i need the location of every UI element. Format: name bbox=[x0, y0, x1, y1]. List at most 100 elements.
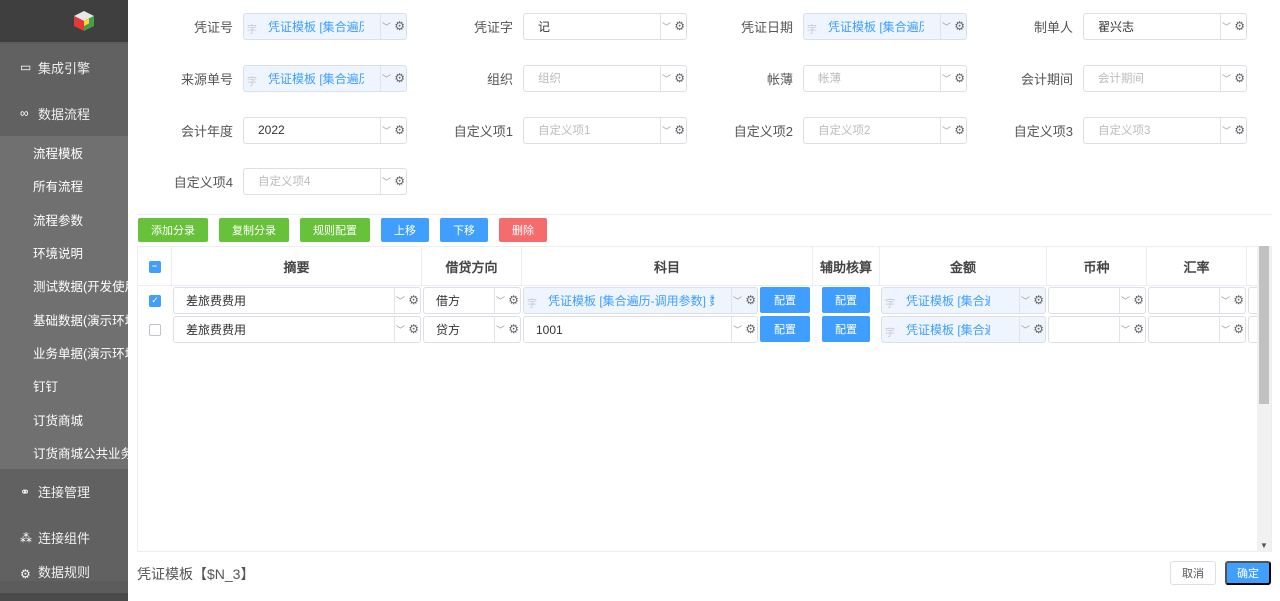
subject-select[interactable]: 1001 ﹀ ⚙ bbox=[523, 316, 758, 343]
chevron-down-icon[interactable]: ﹀ bbox=[940, 13, 952, 39]
currency-select[interactable]: ﹀ ⚙ bbox=[1048, 316, 1146, 343]
gear-icon[interactable]: ⚙ bbox=[1233, 322, 1244, 336]
custom3-select[interactable]: 自定义项3 ﹀ ⚙ bbox=[1083, 116, 1247, 144]
sidebar-item[interactable]: 订货商城公共业务 bbox=[0, 436, 128, 469]
chevron-down-icon[interactable]: ﹀ bbox=[731, 288, 743, 313]
gear-icon[interactable]: ⚙ bbox=[1233, 293, 1244, 307]
chevron-down-icon[interactable]: ﹀ bbox=[380, 13, 392, 39]
gear-icon[interactable]: ⚙ bbox=[1133, 293, 1144, 307]
sidebar-item[interactable]: 所有流程 bbox=[0, 169, 128, 202]
chevron-down-icon[interactable]: ﹀ bbox=[1219, 317, 1231, 342]
source-no-select[interactable]: 字 凭证模板 [集合遍历 ﹀ ⚙ bbox=[243, 64, 407, 92]
chevron-down-icon[interactable]: ﹀ bbox=[731, 317, 743, 342]
gear-icon[interactable]: ⚙ bbox=[394, 19, 405, 33]
gear-icon[interactable]: ⚙ bbox=[1033, 293, 1044, 307]
book-select[interactable]: 帐薄 ﹀ ⚙ bbox=[803, 64, 967, 92]
gear-icon[interactable]: ⚙ bbox=[508, 293, 519, 307]
chevron-down-icon[interactable]: ﹀ bbox=[940, 65, 952, 91]
gear-icon[interactable]: ⚙ bbox=[1234, 19, 1245, 33]
copy-entry-button[interactable]: 复制分录 bbox=[219, 218, 289, 242]
scroll-down-arrow-icon[interactable]: ▼ bbox=[1260, 541, 1268, 550]
cancel-button[interactable]: 取消 bbox=[1170, 561, 1216, 585]
chevron-down-icon[interactable]: ﹀ bbox=[1219, 288, 1231, 313]
aux-config-button[interactable]: 配置 bbox=[822, 287, 870, 313]
sidebar-group-dataflow[interactable]: ∞ 数据流程 bbox=[0, 90, 128, 136]
direction-select[interactable]: 借方 ﹀ ⚙ bbox=[423, 287, 521, 314]
sidebar-scrollbar[interactable] bbox=[0, 593, 128, 601]
gear-icon[interactable]: ⚙ bbox=[394, 71, 405, 85]
move-up-button[interactable]: 上移 bbox=[381, 218, 429, 242]
gear-icon[interactable]: ⚙ bbox=[408, 322, 419, 336]
gear-icon[interactable]: ⚙ bbox=[1234, 123, 1245, 137]
gear-icon[interactable]: ⚙ bbox=[745, 322, 756, 336]
chevron-down-icon[interactable]: ﹀ bbox=[660, 117, 672, 143]
chevron-down-icon[interactable]: ﹀ bbox=[1019, 288, 1031, 313]
chevron-down-icon[interactable]: ﹀ bbox=[1019, 317, 1031, 342]
delete-button[interactable]: 删除 bbox=[499, 218, 547, 242]
chevron-down-icon[interactable]: ﹀ bbox=[494, 288, 506, 313]
period-select[interactable]: 会计期间 ﹀ ⚙ bbox=[1083, 64, 1247, 92]
chevron-down-icon[interactable]: ﹀ bbox=[380, 65, 392, 91]
custom1-select[interactable]: 自定义项1 ﹀ ⚙ bbox=[523, 116, 687, 144]
gear-icon[interactable]: ⚙ bbox=[394, 174, 405, 188]
chevron-down-icon[interactable]: ﹀ bbox=[380, 168, 392, 194]
rate-select[interactable]: ﹀ ⚙ bbox=[1148, 287, 1246, 314]
gear-icon[interactable]: ⚙ bbox=[674, 71, 685, 85]
rate-select[interactable]: ﹀ ⚙ bbox=[1148, 316, 1246, 343]
custom2-select[interactable]: 自定义项2 ﹀ ⚙ bbox=[803, 116, 967, 144]
sidebar-item[interactable]: 基础数据(演示环境 bbox=[0, 302, 128, 335]
gear-icon[interactable]: ⚙ bbox=[674, 123, 685, 137]
gear-icon[interactable]: ⚙ bbox=[1033, 322, 1044, 336]
chevron-down-icon[interactable]: ﹀ bbox=[660, 13, 672, 39]
custom4-select[interactable]: 自定义项4 ﹀ ⚙ bbox=[243, 167, 407, 195]
chevron-down-icon[interactable]: ﹀ bbox=[1119, 317, 1131, 342]
summary-select[interactable]: 差旅费费用 ﹀ ⚙ bbox=[173, 287, 421, 314]
chevron-down-icon[interactable]: ﹀ bbox=[394, 317, 406, 342]
voucher-date-select[interactable]: 字 凭证模板 [集合遍历 ﹀ ⚙ bbox=[803, 12, 967, 40]
chevron-down-icon[interactable]: ﹀ bbox=[494, 317, 506, 342]
chevron-down-icon[interactable]: ﹀ bbox=[1220, 117, 1232, 143]
row-checkbox[interactable]: ✓ bbox=[149, 294, 161, 307]
voucher-word-select[interactable]: 记 ﹀ ⚙ bbox=[523, 12, 687, 40]
row-checkbox[interactable] bbox=[149, 323, 161, 336]
sidebar-item[interactable]: 流程参数 bbox=[0, 203, 128, 236]
subject-config-button[interactable]: 配置 bbox=[760, 287, 810, 313]
subject-config-button[interactable]: 配置 bbox=[760, 316, 810, 342]
summary-select[interactable]: 差旅费费用 ﹀ ⚙ bbox=[173, 316, 421, 343]
confirm-button[interactable]: 确定 bbox=[1225, 561, 1271, 585]
direction-select[interactable]: 贷方 ﹀ ⚙ bbox=[423, 316, 521, 343]
sidebar-item[interactable]: 订货商城 bbox=[0, 402, 128, 435]
gear-icon[interactable]: ⚙ bbox=[745, 293, 756, 307]
select-all-checkbox[interactable]: − bbox=[148, 260, 161, 273]
scrollbar-thumb[interactable] bbox=[1259, 246, 1269, 404]
chevron-down-icon[interactable]: ﹀ bbox=[394, 288, 406, 313]
sidebar-group-engine[interactable]: ▭ 集成引擎 bbox=[0, 44, 128, 90]
sidebar-group-rules[interactable]: ⚙ 数据规则 bbox=[0, 560, 128, 581]
gear-icon[interactable]: ⚙ bbox=[954, 123, 965, 137]
year-select[interactable]: 2022 ﹀ ⚙ bbox=[243, 116, 407, 144]
sidebar-item[interactable]: 测试数据(开发使用 bbox=[0, 269, 128, 302]
sidebar-item[interactable]: 钉钉 bbox=[0, 369, 128, 402]
vertical-scrollbar[interactable]: ▼ bbox=[1257, 246, 1271, 552]
rule-config-button[interactable]: 规则配置 bbox=[300, 218, 370, 242]
sidebar-item[interactable]: 环境说明 bbox=[0, 236, 128, 269]
add-entry-button[interactable]: 添加分录 bbox=[138, 218, 208, 242]
voucher-no-select[interactable]: 字 凭证模板 [集合遍历 ﹀ ⚙ bbox=[243, 12, 407, 40]
gear-icon[interactable]: ⚙ bbox=[408, 293, 419, 307]
org-select[interactable]: 组织 ﹀ ⚙ bbox=[523, 64, 687, 92]
sidebar-item[interactable]: 流程模板 bbox=[0, 136, 128, 169]
maker-select[interactable]: 翟兴志 ﹀ ⚙ bbox=[1083, 12, 1247, 40]
subject-select[interactable]: 字 凭证模板 [集合遍历-调用参数] 数 ﹀ ⚙ bbox=[523, 287, 758, 314]
gear-icon[interactable]: ⚙ bbox=[394, 123, 405, 137]
move-down-button[interactable]: 下移 bbox=[440, 218, 488, 242]
gear-icon[interactable]: ⚙ bbox=[1234, 71, 1245, 85]
gear-icon[interactable]: ⚙ bbox=[1133, 322, 1144, 336]
chevron-down-icon[interactable]: ﹀ bbox=[940, 117, 952, 143]
chevron-down-icon[interactable]: ﹀ bbox=[1220, 65, 1232, 91]
amount-select[interactable]: 字 凭证模板 [集合遍历 ﹀ ⚙ bbox=[881, 316, 1046, 343]
sidebar-group-connections[interactable]: ⚭ 连接管理 bbox=[0, 468, 128, 515]
chevron-down-icon[interactable]: ﹀ bbox=[660, 65, 672, 91]
amount-select[interactable]: 字 凭证模板 [集合遍历 ﹀ ⚙ bbox=[881, 287, 1046, 314]
aux-config-button[interactable]: 配置 bbox=[822, 316, 870, 342]
gear-icon[interactable]: ⚙ bbox=[954, 19, 965, 33]
